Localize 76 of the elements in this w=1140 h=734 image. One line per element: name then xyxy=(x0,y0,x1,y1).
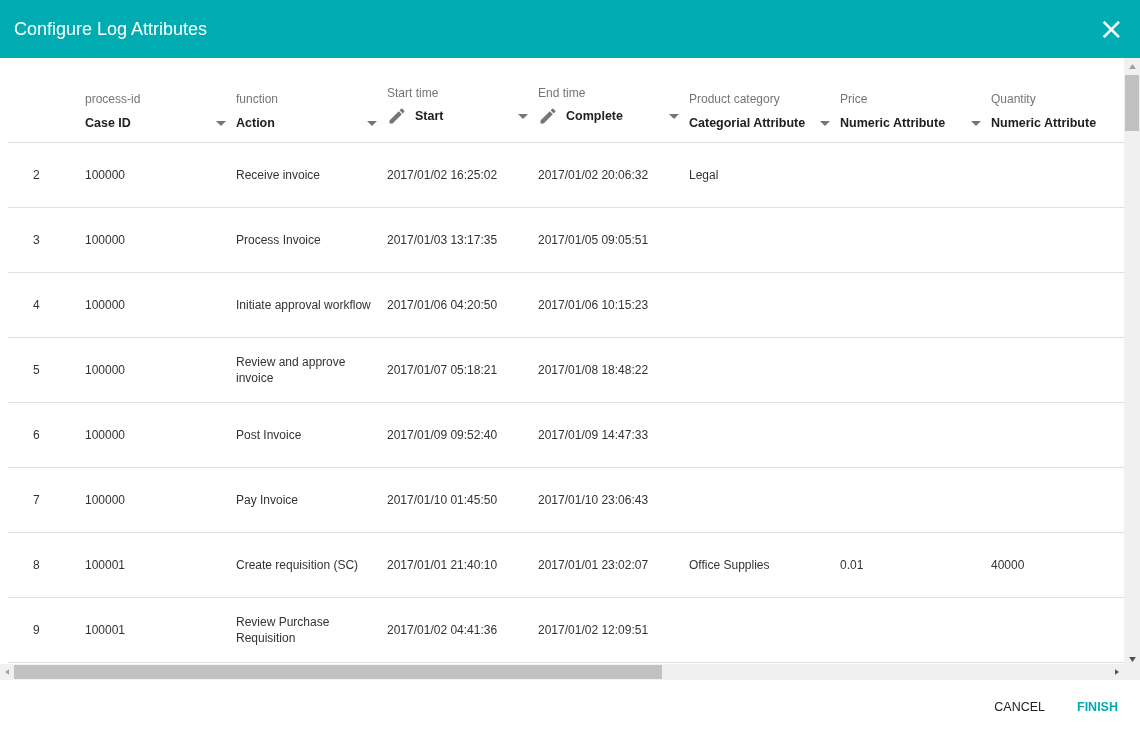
caret-icon xyxy=(216,120,226,126)
table-cell: 2017/01/02 04:41:36 xyxy=(387,623,498,637)
column-name: End time xyxy=(538,86,586,100)
caret-icon xyxy=(820,120,830,126)
table-cell: 100000 xyxy=(85,493,126,507)
row-number: 6 xyxy=(33,428,40,442)
scroll-up-icon[interactable] xyxy=(1128,64,1136,69)
table-cell: 2017/01/06 10:15:23 xyxy=(538,298,649,312)
scrollbar-thumb[interactable] xyxy=(14,665,662,679)
table-cell: 100000 xyxy=(85,233,126,247)
type-dropdown[interactable]: Start xyxy=(415,109,528,123)
caret-icon xyxy=(971,120,981,126)
table-cell: Receive invoice xyxy=(236,168,321,182)
table-cell: 2017/01/05 09:05:51 xyxy=(538,233,649,247)
type-dropdown[interactable]: Case ID xyxy=(85,116,226,130)
table-cell: 0.01 xyxy=(840,558,864,572)
row-number: 7 xyxy=(33,493,40,507)
table-cell: 2017/01/02 16:25:02 xyxy=(387,168,498,182)
table-cell: 100000 xyxy=(85,168,126,182)
horizontal-scrollbar[interactable] xyxy=(0,664,1124,680)
table-cell: 100000 xyxy=(85,363,126,377)
type-dropdown[interactable]: Numeric Attribute xyxy=(991,116,1121,130)
type-dropdown[interactable]: Numeric Attribute xyxy=(840,116,981,130)
table-cell: 2017/01/09 09:52:40 xyxy=(387,428,498,442)
table-cell: 2017/01/02 20:06:32 xyxy=(538,168,649,182)
table-cell: Office Supplies xyxy=(689,558,770,572)
table-cell: Review Purchase Requisition xyxy=(236,615,330,645)
table-cell: 2017/01/08 18:48:22 xyxy=(538,363,649,377)
column-name: Price xyxy=(840,92,868,106)
caret-icon xyxy=(367,120,377,126)
scroll-left-icon[interactable] xyxy=(5,669,9,675)
table-cell: 100000 xyxy=(85,428,126,442)
row-number: 9 xyxy=(33,623,40,637)
table-cell: Initiate approval workflow xyxy=(236,298,371,312)
table-cell: Legal xyxy=(689,168,719,182)
table-cell: Post Invoice xyxy=(236,428,302,442)
cancel-button[interactable]: CANCEL xyxy=(982,692,1057,722)
row-number: 4 xyxy=(33,298,40,312)
column-name: Quantity xyxy=(991,92,1036,106)
table-cell: 100000 xyxy=(85,298,126,312)
table-cell: 2017/01/02 12:09:51 xyxy=(538,623,649,637)
column-name: function xyxy=(236,92,279,106)
scroll-right-icon[interactable] xyxy=(1115,669,1119,675)
column-name: process-id xyxy=(85,92,141,106)
table-cell: 100001 xyxy=(85,623,126,637)
scrollbar-thumb[interactable] xyxy=(1125,75,1139,131)
type-dropdown[interactable]: Complete xyxy=(566,109,679,123)
row-number: 2 xyxy=(33,168,40,182)
type-dropdown[interactable]: Categorial Attribute xyxy=(689,116,830,130)
caret-icon xyxy=(518,113,528,119)
table-cell: 2017/01/07 05:18:21 xyxy=(387,363,498,377)
column-name: Start time xyxy=(387,86,439,100)
table-cell: Review and approve invoice xyxy=(236,355,346,385)
table-cell: 2017/01/06 04:20:50 xyxy=(387,298,498,312)
row-number: 8 xyxy=(33,558,40,572)
vertical-scrollbar[interactable] xyxy=(1124,58,1140,680)
pencil-icon[interactable] xyxy=(387,106,407,126)
table-cell: 2017/01/01 21:40:10 xyxy=(387,558,498,572)
column-name: Product category xyxy=(689,92,780,106)
scroll-down-icon[interactable] xyxy=(1128,657,1136,662)
row-number: 3 xyxy=(33,233,40,247)
pencil-icon[interactable] xyxy=(538,106,558,126)
table-cell: Create requisition (SC) xyxy=(236,558,359,572)
table-cell: 40000 xyxy=(991,558,1025,572)
table-cell: Pay Invoice xyxy=(236,493,299,507)
table-cell: 2017/01/03 13:17:35 xyxy=(387,233,498,247)
table-cell: 2017/01/10 23:06:43 xyxy=(538,493,649,507)
table-cell: 2017/01/09 14:47:33 xyxy=(538,428,649,442)
table-cell: 2017/01/10 01:45:50 xyxy=(387,493,498,507)
caret-icon xyxy=(669,113,679,119)
table-cell: 2017/01/01 23:02:07 xyxy=(538,558,649,572)
table-cell: Process Invoice xyxy=(236,233,321,247)
table-cell: 100001 xyxy=(85,558,126,572)
type-dropdown[interactable]: Action xyxy=(236,116,377,130)
dialog-title: Configure Log Attributes xyxy=(14,18,208,40)
row-number: 5 xyxy=(33,363,40,377)
